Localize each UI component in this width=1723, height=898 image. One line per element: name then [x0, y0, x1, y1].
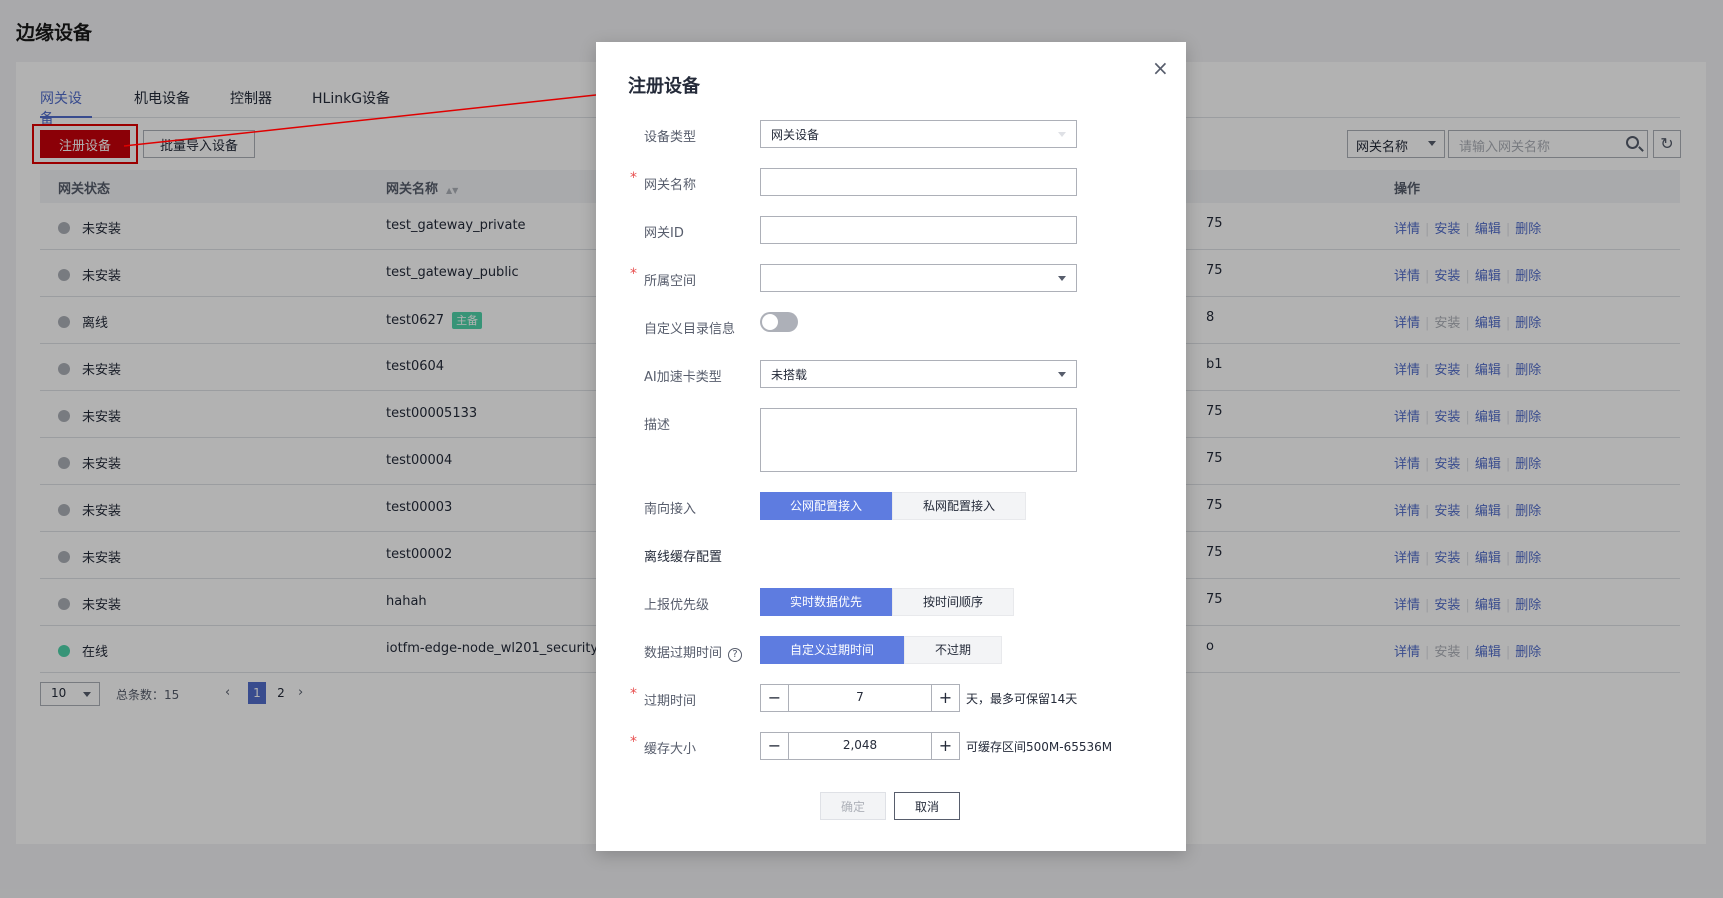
chevron-down-icon	[1058, 372, 1066, 377]
custom-dir-toggle[interactable]	[760, 312, 798, 332]
label-ai-card: AI加速卡类型	[644, 370, 722, 385]
ai-card-select[interactable]: 未搭载	[760, 360, 1077, 388]
register-dialog: 注册设备 × 设备类型 网关设备 * 网关名称 网关ID * 所属空间 自定义目…	[596, 42, 1186, 851]
label-expire-time: 数据过期时间?	[644, 642, 743, 662]
label-report-priority: 上报优先级	[644, 598, 710, 613]
ai-card-value: 未搭载	[771, 368, 808, 382]
label-space: 所属空间	[644, 274, 697, 289]
label-south-access: 南向接入	[644, 502, 697, 517]
plus-icon[interactable]: +	[931, 733, 959, 759]
label-cache-size: 缓存大小	[644, 742, 697, 757]
label-description: 描述	[644, 418, 671, 433]
label-device-type: 设备类型	[644, 130, 697, 145]
required-mark: *	[630, 170, 637, 186]
chevron-down-icon	[1058, 276, 1066, 281]
gateway-name-input[interactable]	[760, 168, 1077, 196]
device-type-value: 网关设备	[771, 128, 820, 142]
cache-hint: 可缓存区间500M-65536M	[966, 740, 1113, 754]
plus-icon[interactable]: +	[931, 685, 959, 711]
label-custom-dir: 自定义目录信息	[644, 322, 736, 337]
expire-time-text: 数据过期时间	[644, 646, 723, 661]
label-offline-cache: 离线缓存配置	[644, 550, 723, 565]
help-icon[interactable]: ?	[728, 648, 743, 662]
priority-time-option[interactable]: 按时间顺序	[892, 588, 1014, 616]
gateway-id-input[interactable]	[760, 216, 1077, 244]
cache-size-stepper: − 2,048 +	[760, 732, 960, 760]
dialog-title: 注册设备	[628, 76, 700, 97]
minus-icon[interactable]: −	[761, 685, 789, 711]
space-select[interactable]	[760, 264, 1077, 292]
label-gateway-name: 网关名称	[644, 178, 697, 193]
chevron-down-icon	[1058, 132, 1066, 137]
expiry-hint: 天，最多可保留14天	[966, 692, 1078, 706]
south-public-option[interactable]: 公网配置接入	[760, 492, 892, 520]
expire-never-option[interactable]: 不过期	[904, 636, 1002, 664]
required-mark: *	[630, 686, 637, 702]
close-icon[interactable]: ×	[1152, 56, 1169, 80]
required-mark: *	[630, 734, 637, 750]
description-textarea[interactable]	[760, 408, 1077, 472]
cache-size-value[interactable]: 2,048	[789, 738, 931, 752]
south-private-option[interactable]: 私网配置接入	[892, 492, 1026, 520]
label-gateway-id: 网关ID	[644, 226, 684, 241]
expire-custom-option[interactable]: 自定义过期时间	[760, 636, 904, 664]
confirm-button[interactable]: 确定	[820, 792, 886, 820]
label-expiry: 过期时间	[644, 694, 697, 709]
expiry-stepper: − 7 +	[760, 684, 960, 712]
minus-icon[interactable]: −	[761, 733, 789, 759]
expiry-value[interactable]: 7	[789, 690, 931, 704]
cancel-button[interactable]: 取消	[894, 792, 960, 820]
device-type-select[interactable]: 网关设备	[760, 120, 1077, 148]
priority-realtime-option[interactable]: 实时数据优先	[760, 588, 892, 616]
required-mark: *	[630, 266, 637, 282]
